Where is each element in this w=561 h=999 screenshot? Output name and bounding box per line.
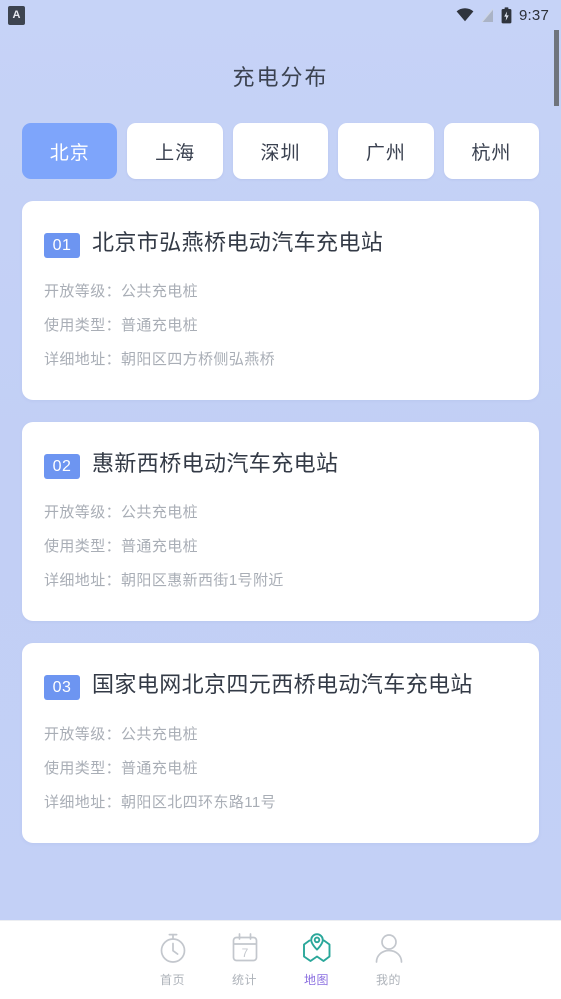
station-open-level-label: 开放等级： — [44, 283, 122, 301]
calendar-icon: 7 — [228, 931, 262, 965]
nav-item-stats[interactable]: 7 统计 — [209, 931, 281, 988]
bottom-navigation: 首页 7 统计 地图 我的 — [0, 920, 561, 999]
nav-item-label: 统计 — [231, 973, 257, 987]
person-icon — [372, 931, 406, 965]
station-card-header: 01 北京市弘燕桥电动汽车充电站 — [44, 227, 517, 258]
city-tab-label: 上海 — [155, 142, 196, 164]
station-use-type-value: 普通充电桩 — [121, 759, 199, 777]
status-bar-left: A — [8, 5, 25, 25]
station-index-badge: 02 — [44, 454, 80, 480]
nav-item-label: 地图 — [303, 973, 329, 987]
station-open-level-row: 开放等级：公共充电桩 — [44, 274, 517, 308]
station-address-row: 详细地址：朝阳区北四环东路11号 — [44, 785, 517, 819]
city-tab-beijing[interactable]: 北京 — [22, 123, 118, 179]
station-use-type-row: 使用类型：普通充电桩 — [44, 529, 517, 563]
city-tab-shenzhen[interactable]: 深圳 — [232, 123, 329, 179]
status-bar-right: 9:37 — [456, 7, 549, 24]
station-card[interactable]: 01 北京市弘燕桥电动汽车充电站 开放等级：公共充电桩 使用类型：普通充电桩 详… — [22, 201, 539, 401]
station-open-level-value: 公共充电桩 — [121, 283, 199, 301]
signal-icon — [481, 8, 494, 23]
station-open-level-label: 开放等级： — [44, 725, 122, 743]
station-index-badge: 01 — [44, 233, 80, 258]
station-open-level-value: 公共充电桩 — [121, 725, 199, 743]
station-address-value: 朝阳区北四环东路11号 — [121, 793, 276, 811]
city-tab-label: 广州 — [365, 142, 406, 164]
station-address-value: 朝阳区惠新西街1号附近 — [121, 572, 284, 590]
city-tab-label: 深圳 — [260, 142, 301, 164]
vertical-scrollbar[interactable] — [554, 30, 559, 106]
station-address-label: 详细地址： — [44, 351, 122, 369]
nav-item-label: 首页 — [159, 973, 185, 987]
timer-icon — [156, 931, 190, 965]
city-tab-hangzhou[interactable]: 杭州 — [443, 123, 540, 179]
station-address-label: 详细地址： — [44, 793, 122, 811]
nav-item-profile[interactable]: 我的 — [353, 931, 425, 988]
nav-item-label: 我的 — [375, 973, 401, 987]
station-address-value: 朝阳区四方桥侧弘燕桥 — [121, 351, 276, 369]
city-tab-label: 杭州 — [471, 142, 512, 164]
city-tab-guangzhou[interactable]: 广州 — [338, 123, 434, 179]
station-open-level-value: 公共充电桩 — [121, 504, 199, 522]
station-use-type-label: 使用类型： — [44, 538, 122, 556]
wifi-icon — [456, 8, 474, 22]
station-index-badge: 03 — [44, 675, 80, 701]
page-title: 充电分布 — [232, 65, 329, 90]
station-address-row: 详细地址：朝阳区惠新西街1号附近 — [44, 563, 517, 597]
status-bar: A 9:37 — [0, 0, 561, 30]
svg-text:7: 7 — [241, 946, 248, 960]
station-card-header: 03 国家电网北京四元西桥电动汽车充电站 — [44, 669, 517, 701]
station-card[interactable]: 03 国家电网北京四元西桥电动汽车充电站 开放等级：公共充电桩 使用类型：普通充… — [22, 643, 539, 843]
station-use-type-label: 使用类型： — [44, 759, 122, 777]
city-tab-label: 北京 — [49, 142, 90, 164]
station-open-level-label: 开放等级： — [44, 504, 122, 522]
station-name: 国家电网北京四元西桥电动汽车充电站 — [92, 672, 473, 698]
battery-icon — [501, 6, 512, 24]
map-pin-icon — [300, 931, 334, 965]
station-use-type-label: 使用类型： — [44, 317, 122, 335]
station-address-label: 详细地址： — [44, 572, 122, 590]
status-clock: 9:37 — [519, 6, 549, 24]
station-use-type-row: 使用类型：普通充电桩 — [44, 308, 517, 342]
station-name: 北京市弘燕桥电动汽车充电站 — [92, 230, 384, 255]
station-use-type-value: 普通充电桩 — [121, 317, 199, 335]
station-list[interactable]: 01 北京市弘燕桥电动汽车充电站 开放等级：公共充电桩 使用类型：普通充电桩 详… — [0, 179, 561, 920]
station-card[interactable]: 02 惠新西桥电动汽车充电站 开放等级：公共充电桩 使用类型：普通充电桩 详细地… — [22, 422, 539, 622]
station-open-level-row: 开放等级：公共充电桩 — [44, 717, 517, 751]
nav-item-map[interactable]: 地图 — [281, 931, 353, 988]
station-card-header: 02 惠新西桥电动汽车充电站 — [44, 448, 517, 480]
city-tab-bar: 北京 上海 深圳 广州 杭州 — [0, 92, 561, 179]
station-use-type-value: 普通充电桩 — [121, 538, 199, 556]
station-open-level-row: 开放等级：公共充电桩 — [44, 495, 517, 529]
nav-item-home[interactable]: 首页 — [137, 931, 209, 988]
city-tab-shanghai[interactable]: 上海 — [127, 123, 223, 179]
station-use-type-row: 使用类型：普通充电桩 — [44, 751, 517, 785]
app-icon: A — [8, 5, 25, 25]
app-root: A 9:37 充电分布 北京 上海 深圳 广州 杭州 01 北京市弘燕桥电动汽车… — [0, 0, 561, 999]
station-address-row: 详细地址：朝阳区四方桥侧弘燕桥 — [44, 342, 517, 376]
station-name: 惠新西桥电动汽车充电站 — [92, 451, 339, 477]
